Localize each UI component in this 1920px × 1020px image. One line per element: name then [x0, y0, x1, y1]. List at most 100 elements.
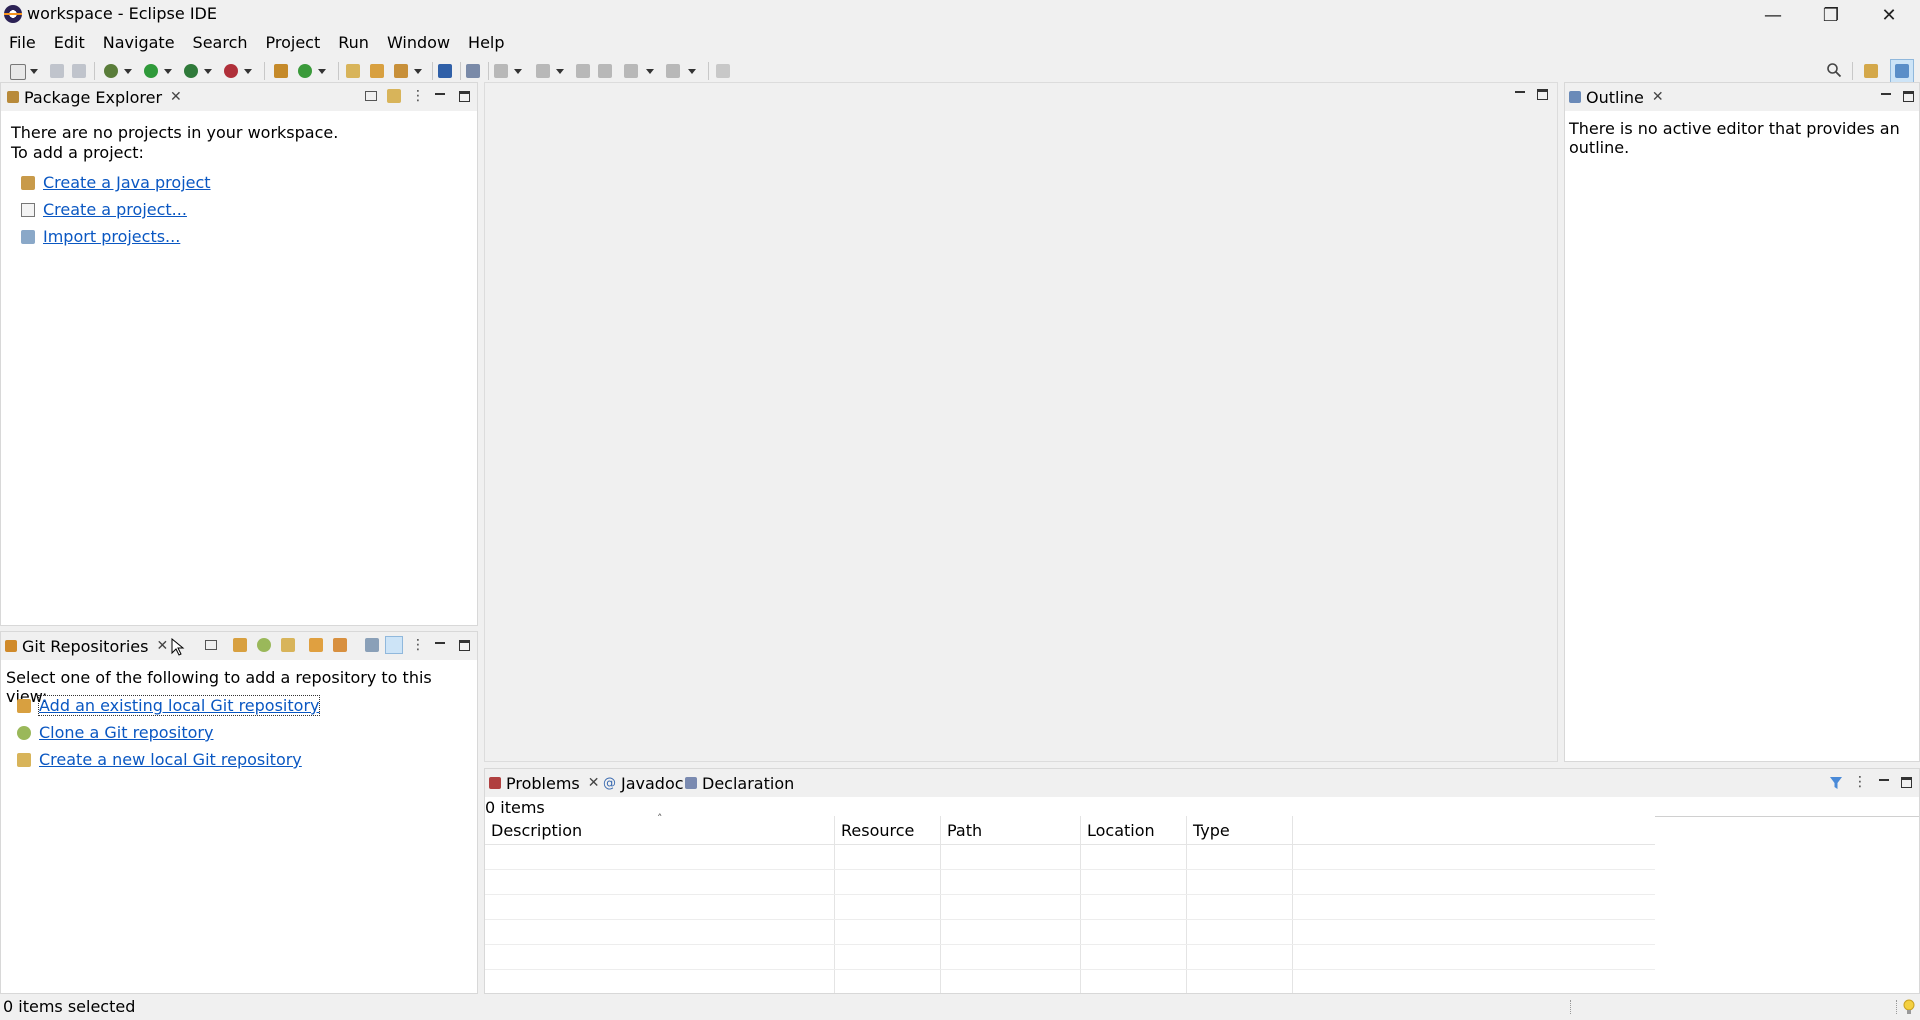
menu-navigate[interactable]: Navigate: [94, 32, 184, 56]
tab-label: Git Repositories: [22, 636, 149, 656]
menu-run[interactable]: Run: [329, 32, 378, 56]
external-tools-dropdown-icon[interactable]: [244, 69, 252, 74]
forward-dropdown-icon[interactable]: [688, 69, 696, 74]
save-icon[interactable]: [50, 64, 64, 78]
close-icon[interactable]: ✕: [156, 638, 168, 654]
add-existing-repository-link[interactable]: Add an existing local Git repository: [37, 695, 321, 716]
close-icon[interactable]: ✕: [1652, 89, 1664, 105]
tab-javadoc[interactable]: @ Javadoc: [603, 771, 684, 795]
close-icon[interactable]: ✕: [170, 89, 182, 105]
clone-repository-link[interactable]: Clone a Git repository: [39, 723, 213, 742]
refresh-icon[interactable]: [309, 638, 323, 652]
back-icon[interactable]: [624, 64, 638, 78]
close-icon[interactable]: ✕: [1860, 0, 1918, 30]
create-project-link[interactable]: Create a project...: [43, 200, 187, 219]
coverage-icon[interactable]: [184, 64, 198, 78]
new-java-package-icon[interactable]: [274, 64, 288, 78]
maximize-icon[interactable]: [459, 640, 470, 651]
table-row: [485, 969, 1655, 993]
new-icon[interactable]: [10, 64, 26, 80]
new-dropdown-icon[interactable]: [30, 69, 38, 74]
debug-icon[interactable]: [104, 64, 118, 78]
forward-edit-location-icon[interactable]: [598, 64, 612, 78]
menu-edit[interactable]: Edit: [45, 32, 94, 56]
coverage-dropdown-icon[interactable]: [204, 69, 212, 74]
restore-icon[interactable]: ❐: [1802, 0, 1860, 30]
link-with-selection-icon[interactable]: [333, 638, 347, 652]
minimize-icon[interactable]: [1879, 89, 1893, 103]
menu-search[interactable]: Search: [184, 32, 257, 56]
tab-declaration[interactable]: Declaration: [685, 771, 794, 795]
menu-window[interactable]: Window: [378, 32, 459, 56]
eclipse-logo-icon: [4, 5, 22, 23]
editor-area[interactable]: [484, 82, 1558, 762]
next-annotation-dropdown-icon[interactable]: [514, 69, 522, 74]
view-menu-icon[interactable]: ⋮: [1853, 775, 1867, 789]
menu-file[interactable]: File: [0, 32, 45, 56]
show-tags-icon[interactable]: [385, 636, 403, 654]
tab-package-explorer[interactable]: Package Explorer ✕: [7, 85, 182, 109]
maximize-icon[interactable]: [1903, 91, 1914, 102]
link-with-editor-icon[interactable]: [387, 89, 401, 103]
new-class-dropdown-icon[interactable]: [318, 69, 326, 74]
tab-outline[interactable]: Outline ✕: [1569, 85, 1664, 109]
filter-icon[interactable]: [1829, 775, 1843, 789]
external-tools-icon[interactable]: [224, 64, 238, 78]
collapse-all-icon[interactable]: [205, 640, 217, 650]
java-perspective-icon[interactable]: [1890, 59, 1914, 83]
column-type[interactable]: Type: [1186, 816, 1293, 845]
last-edit-location-icon[interactable]: [576, 64, 590, 78]
minimize-icon[interactable]: [433, 638, 447, 652]
menu-project[interactable]: Project: [257, 32, 330, 56]
collapse-all-icon[interactable]: [365, 91, 377, 101]
clone-repository-icon[interactable]: [257, 638, 271, 652]
hierarchical-layout-icon[interactable]: [365, 638, 379, 652]
next-annotation-icon[interactable]: [494, 64, 508, 78]
run-dropdown-icon[interactable]: [164, 69, 172, 74]
maximize-icon[interactable]: [1901, 777, 1912, 788]
debug-dropdown-icon[interactable]: [124, 69, 132, 74]
create-java-project-link[interactable]: Create a Java project: [43, 173, 211, 192]
tab-problems[interactable]: Problems ✕: [489, 771, 599, 795]
view-menu-icon[interactable]: ⋮: [411, 89, 425, 103]
open-task-icon[interactable]: [370, 64, 384, 78]
maximize-icon[interactable]: [459, 91, 470, 102]
menu-help[interactable]: Help: [459, 32, 513, 56]
search-icon[interactable]: [1826, 62, 1842, 78]
minimize-icon[interactable]: [433, 89, 447, 103]
maximize-icon[interactable]: [1537, 89, 1548, 100]
forward-icon[interactable]: [666, 64, 680, 78]
minimize-icon[interactable]: [1513, 87, 1527, 101]
previous-annotation-dropdown-icon[interactable]: [556, 69, 564, 74]
no-projects-message: There are no projects in your workspace.: [11, 123, 339, 142]
previous-annotation-icon[interactable]: [536, 64, 550, 78]
create-new-repository-link[interactable]: Create a new local Git repository: [39, 750, 302, 769]
import-projects-link[interactable]: Import projects...: [43, 227, 180, 246]
lightbulb-icon[interactable]: [1902, 998, 1916, 1016]
save-all-icon[interactable]: [72, 64, 86, 78]
open-type-icon[interactable]: [346, 64, 360, 78]
minimize-icon[interactable]: [1877, 775, 1891, 789]
open-perspective-icon[interactable]: [1864, 64, 1878, 78]
skip-breakpoints-icon[interactable]: [466, 64, 480, 78]
search-tool-icon[interactable]: [394, 64, 408, 78]
close-icon[interactable]: ✕: [588, 775, 600, 791]
clone-repository-link-icon: [17, 726, 31, 740]
javadoc-icon: @: [603, 775, 616, 791]
view-menu-icon[interactable]: ⋮: [411, 638, 425, 652]
column-resource[interactable]: Resource: [834, 816, 941, 845]
column-location[interactable]: Location: [1080, 816, 1187, 845]
add-repository-icon[interactable]: [233, 638, 247, 652]
back-dropdown-icon[interactable]: [646, 69, 654, 74]
column-path[interactable]: Path: [940, 816, 1081, 845]
run-icon[interactable]: [144, 64, 158, 78]
tab-git-repositories[interactable]: Git Repositories ✕: [5, 634, 168, 658]
column-description[interactable]: Description ˄: [485, 812, 835, 845]
new-java-class-icon[interactable]: [298, 64, 312, 78]
create-repository-icon[interactable]: [281, 638, 295, 652]
terminal-icon[interactable]: [438, 64, 452, 78]
search-dropdown-icon[interactable]: [414, 69, 422, 74]
minimize-icon[interactable]: —: [1744, 0, 1802, 30]
tab-label: Package Explorer: [24, 87, 163, 107]
pin-editor-icon[interactable]: [716, 64, 730, 78]
